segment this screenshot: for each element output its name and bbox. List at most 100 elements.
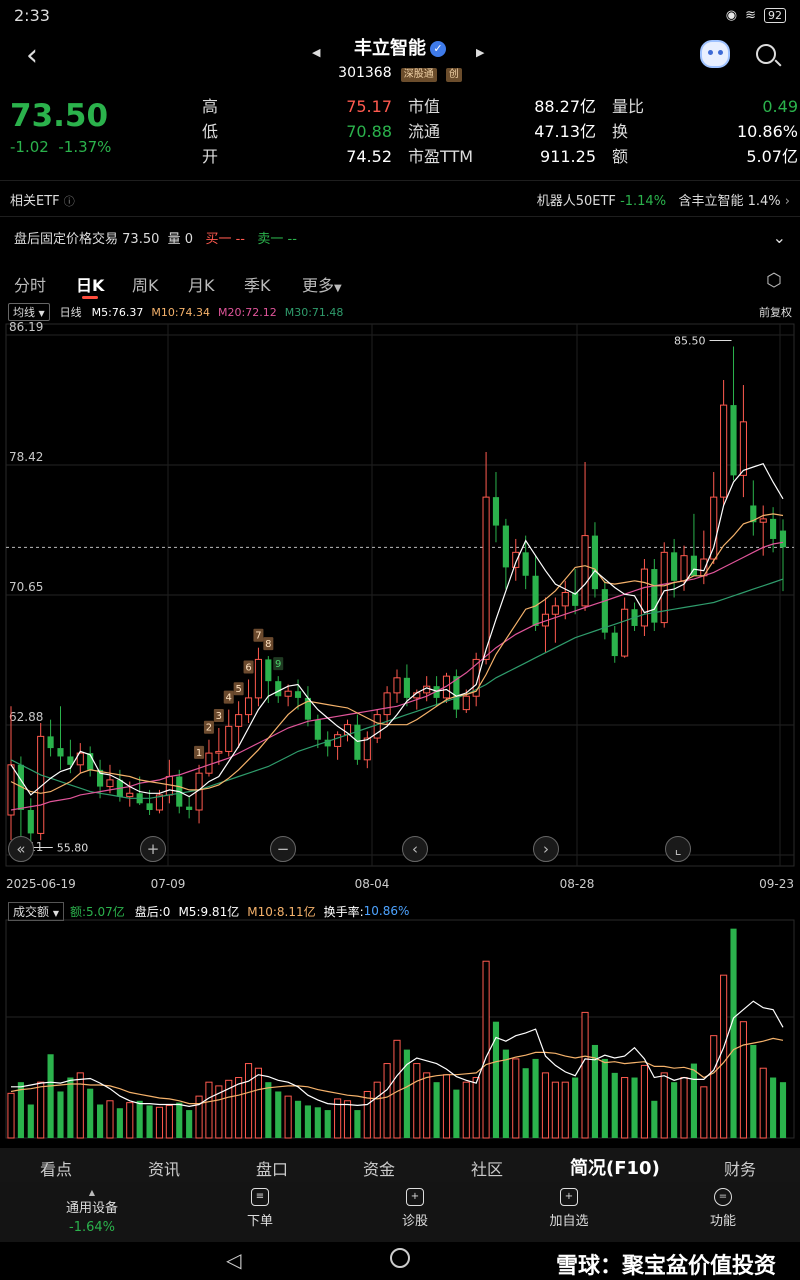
caret-up-icon: ▲ (88, 1188, 96, 1197)
volume-bar (304, 1105, 311, 1138)
add-watchlist-button[interactable]: + 加自选 (529, 1188, 609, 1229)
y-tick-label: 78.42 (9, 450, 43, 464)
turnover-rate-value: 10.86% (363, 904, 410, 918)
volume-bar (759, 1067, 767, 1139)
volume-bar (165, 1104, 173, 1139)
volume-bar (314, 1107, 321, 1138)
candle-body (730, 405, 737, 476)
diagnose-button[interactable]: + 诊股 (375, 1188, 455, 1229)
volume-bar (413, 1063, 421, 1139)
system-nav-bar: ◁ 雪球：聚宝盆价值投资 (0, 1242, 800, 1280)
td-marker-label: 1 (196, 748, 202, 759)
watermark: 雪球：聚宝盆价值投资 (555, 1254, 776, 1279)
volume-m10: M10:8.11亿 (247, 904, 316, 919)
candle-body (106, 779, 114, 788)
volume-bar (373, 1081, 381, 1139)
volume-bar (97, 1104, 104, 1138)
function-button[interactable]: = 功能 (683, 1188, 763, 1229)
volume-after-hours: 盘后:0 (134, 904, 171, 919)
volume-bar (67, 1077, 74, 1138)
volume-bar (502, 1049, 509, 1138)
candle-body (7, 764, 15, 816)
scroll-left-fast-icon[interactable]: « (8, 836, 34, 862)
diagnose-icon: + (406, 1188, 424, 1206)
candle-body (334, 734, 342, 747)
industry-index[interactable]: ▲ 通用设备 -1.64% (50, 1188, 134, 1235)
candle-body (720, 404, 728, 498)
volume-bar (87, 1088, 94, 1138)
volume-bar (700, 1086, 708, 1139)
nav-back-icon[interactable]: ◁ (226, 1248, 241, 1272)
candle-body (314, 719, 321, 740)
td-marker-label: 7 (255, 631, 261, 642)
ma5-line (10, 462, 784, 798)
candle-body (770, 518, 777, 539)
diagnose-label: 诊股 (401, 1214, 428, 1229)
volume-bar (155, 1106, 164, 1139)
max-price-label: 85.50 (674, 335, 706, 348)
candle-body (57, 748, 64, 757)
candle-body (215, 750, 223, 754)
candle-body (710, 496, 718, 560)
volume-bar (176, 1102, 183, 1138)
volume-bar (76, 1072, 84, 1139)
tab-community[interactable]: 社区 (471, 1156, 503, 1180)
fullscreen-icon[interactable]: ⌞ (665, 836, 691, 862)
tab-financials[interactable]: 财务 (724, 1156, 756, 1180)
volume-bar (522, 1068, 529, 1138)
zoom-out-icon[interactable]: − (270, 836, 296, 862)
volume-bar (492, 1021, 500, 1138)
min-price-label: 55.80 (57, 841, 89, 854)
candle-body (126, 792, 134, 798)
volume-bar (690, 1063, 697, 1138)
zoom-in-icon[interactable]: + (140, 836, 166, 862)
td-marker-label: 4 (226, 693, 232, 704)
volume-bar (393, 1039, 401, 1139)
tab-profile-f10[interactable]: 简况(F10) (570, 1154, 660, 1180)
volume-bar (442, 1074, 451, 1139)
td-marker-label: 2 (206, 723, 212, 734)
volume-bar (541, 1072, 550, 1139)
nav-home-icon[interactable] (390, 1248, 410, 1268)
kline-chart[interactable]: 86.1978.4270.6562.8855.1112345678985.505… (0, 0, 800, 1148)
volume-amount: 额:5.07亿 (70, 904, 125, 919)
volume-bar (265, 1082, 272, 1138)
candle-body (561, 591, 569, 607)
volume-bar (680, 1077, 688, 1139)
order-button[interactable]: ≡ 下单 (220, 1188, 300, 1229)
volume-mode-select[interactable]: 成交额 ▼ (8, 901, 64, 921)
volume-bar (354, 1110, 361, 1138)
volume-bar (275, 1091, 282, 1138)
add-icon: + (560, 1188, 578, 1206)
volume-bar (37, 1081, 45, 1139)
tab-news[interactable]: 资讯 (148, 1156, 180, 1180)
candle-body (492, 497, 500, 526)
candle-body (393, 677, 401, 694)
candle-body (383, 692, 391, 716)
tab-funds[interactable]: 资金 (363, 1156, 395, 1180)
volume-bar (710, 1035, 718, 1139)
y-tick-label: 62.88 (9, 710, 43, 724)
x-axis-label: 09-23 (759, 877, 794, 891)
volume-bar (750, 1044, 757, 1138)
tab-orderbook[interactable]: 盘口 (256, 1156, 288, 1180)
scroll-left-icon[interactable]: ‹ (402, 836, 428, 862)
volume-bar (146, 1105, 153, 1138)
x-axis-label: 08-28 (560, 877, 595, 891)
volume-bar (512, 1058, 520, 1139)
volume-bar (720, 974, 728, 1139)
function-label: 功能 (709, 1214, 736, 1229)
volume-bar (7, 1092, 15, 1139)
candle-body (621, 608, 629, 657)
candle-body (591, 535, 599, 590)
volume-bar (254, 1067, 263, 1139)
volume-bar (126, 1102, 134, 1139)
volume-bar (730, 928, 737, 1138)
function-icon: = (714, 1188, 732, 1206)
volume-bar (621, 1077, 629, 1139)
volume-bar (136, 1100, 143, 1138)
tab-highlights[interactable]: 看点 (40, 1156, 72, 1180)
scroll-right-icon[interactable]: › (533, 836, 559, 862)
candle-body (47, 736, 54, 749)
volume-bar (244, 1063, 253, 1139)
